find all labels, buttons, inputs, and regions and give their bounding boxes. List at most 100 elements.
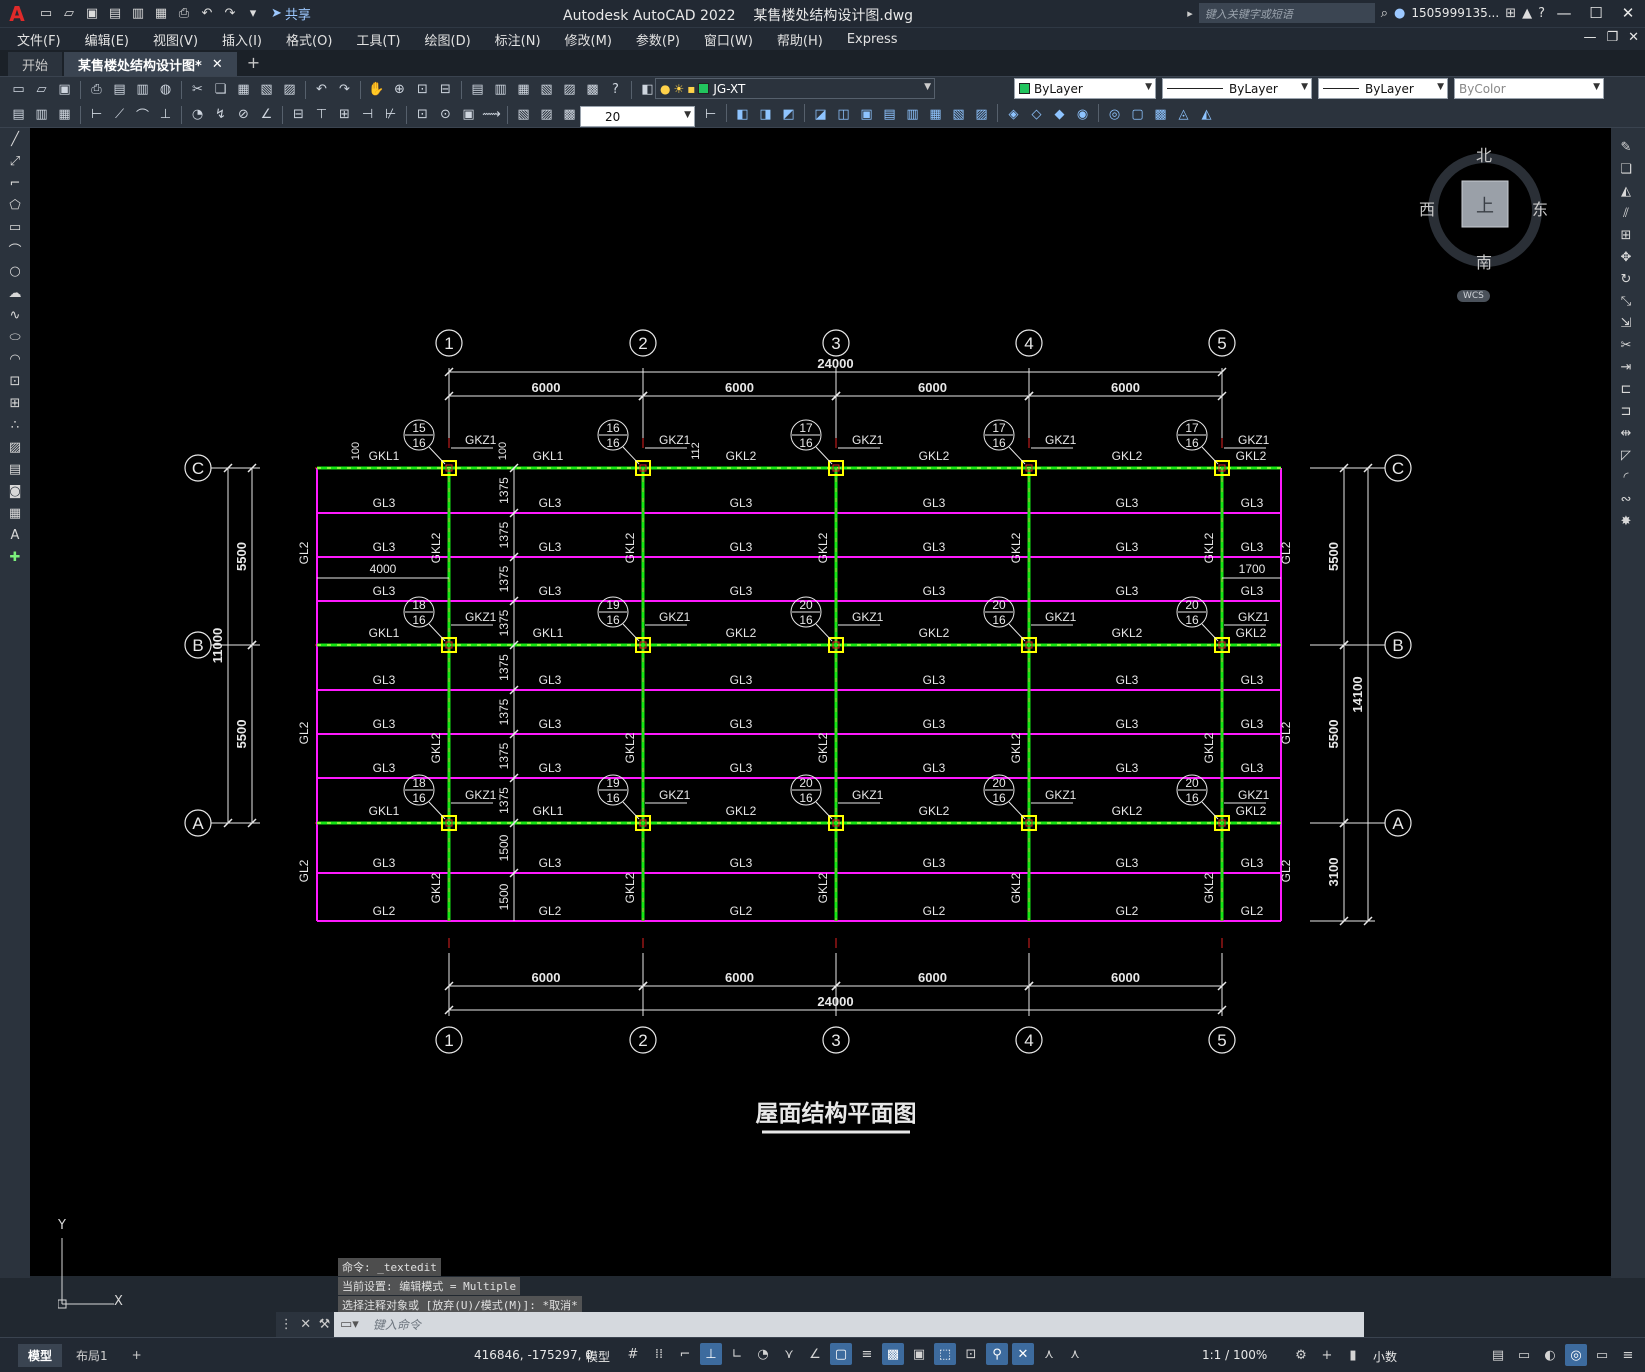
layer-dropdown[interactable]: ● ☀ ▪ JG-XT ▼ xyxy=(655,78,935,99)
dim-ordinate-icon[interactable]: ⊥ xyxy=(155,105,176,125)
zoom-realtime-icon[interactable]: ⊕ xyxy=(389,80,410,100)
ortho-icon[interactable]: ∟ xyxy=(726,1343,748,1365)
open-icon[interactable]: ▱ xyxy=(31,80,52,100)
menu-view[interactable]: 视图(V) xyxy=(153,30,198,49)
design-center-icon[interactable]: ▥ xyxy=(490,80,511,100)
sheet-set-icon[interactable]: ▧ xyxy=(536,80,557,100)
dim-style-icon[interactable]: ⊢ xyxy=(700,104,721,124)
check-icon[interactable]: ▩ xyxy=(1150,104,1171,124)
dim-baseline-icon[interactable]: ⊤ xyxy=(311,105,332,125)
preview-icon[interactable]: ▤ xyxy=(109,80,130,100)
insert-block-icon[interactable]: ⊡ xyxy=(0,370,30,392)
menu-tools[interactable]: 工具(T) xyxy=(356,30,400,49)
recent-commands-icon[interactable]: ▭▾ xyxy=(334,1312,365,1337)
revcloud-icon[interactable]: ☁ xyxy=(0,282,30,304)
construction-line-icon[interactable]: ⤢ xyxy=(0,150,30,172)
mirror-icon[interactable]: ◭ xyxy=(1611,180,1641,202)
cart-icon[interactable]: ⊞ xyxy=(1505,6,1516,21)
new-tab-button[interactable]: + xyxy=(247,53,260,76)
gradient-icon[interactable]: ▤ xyxy=(0,458,30,480)
rectangle-icon[interactable]: ▭ xyxy=(0,216,30,238)
tab-drawing[interactable]: 某售楼处结构设计图* ✕ xyxy=(64,52,237,76)
scale-icon[interactable]: ⤡ xyxy=(1611,290,1641,312)
paste-icon[interactable]: ▦ xyxy=(233,80,254,100)
separate-icon[interactable]: ◎ xyxy=(1104,104,1125,124)
redo-icon[interactable]: ↷ xyxy=(220,4,240,24)
layer-state-icon[interactable]: ▥ xyxy=(31,105,52,125)
tolerance-icon[interactable]: ⊡ xyxy=(412,105,433,125)
stretch-icon[interactable]: ⇲ xyxy=(1611,312,1641,334)
menu-format[interactable]: 格式(O) xyxy=(286,30,332,49)
command-input[interactable]: 键入命令 xyxy=(364,1312,1364,1337)
break-point-icon[interactable]: ⊏ xyxy=(1611,378,1641,400)
menu-window[interactable]: 窗口(W) xyxy=(704,30,753,49)
workspace-switch-icon[interactable]: ⚙ xyxy=(1290,1344,1312,1366)
dim-scale-dropdown[interactable]: 20 ▼ xyxy=(580,106,695,127)
save-as-icon[interactable]: ▤ xyxy=(105,4,125,24)
rotate-faces-icon[interactable]: ▥ xyxy=(902,104,923,124)
snap-icon[interactable]: ⁞⁞ xyxy=(648,1343,670,1365)
menu-express[interactable]: Express xyxy=(847,32,898,47)
tab-start[interactable]: 开始 xyxy=(8,52,63,76)
grip-icon[interactable]: ⋮ xyxy=(280,1317,293,1332)
lock-ui-icon[interactable]: ▭ xyxy=(1513,1344,1535,1366)
array-icon[interactable]: ⊞ xyxy=(1611,224,1641,246)
object-snap-icon[interactable]: ▢ xyxy=(830,1343,852,1365)
menu-file[interactable]: 文件(F) xyxy=(17,30,61,49)
dim-aligned-icon[interactable]: ⟋ xyxy=(109,105,130,125)
close-button[interactable]: ✕ xyxy=(1615,2,1641,24)
offset-faces-icon[interactable]: ▣ xyxy=(856,104,877,124)
dim-arc-icon[interactable]: ⌒ xyxy=(132,105,153,125)
layer-prev-icon[interactable]: ▦ xyxy=(54,105,75,125)
undo-icon[interactable]: ↶ xyxy=(197,4,217,24)
transparency-icon[interactable]: ▩ xyxy=(882,1343,904,1365)
trim-icon[interactable]: ✂ xyxy=(1611,334,1641,356)
arc-icon[interactable]: ⌒ xyxy=(0,238,30,260)
region-icon[interactable]: ◙ xyxy=(0,480,30,502)
dim-linear-icon[interactable]: ⊢ xyxy=(86,105,107,125)
extend-icon[interactable]: ⇥ xyxy=(1611,356,1641,378)
selection-cycling-icon[interactable]: ▣ xyxy=(908,1343,930,1365)
customize-qat-icon[interactable]: ▾ xyxy=(243,4,263,24)
dim-text-edit-icon[interactable]: ▨ xyxy=(536,105,557,125)
linetype-dropdown[interactable]: ByLayer ▼ xyxy=(1162,78,1312,99)
close-cmdline-icon[interactable]: ✕ xyxy=(300,1317,311,1332)
erase-icon[interactable]: ✎ xyxy=(1611,136,1641,158)
publish-icon[interactable]: ▥ xyxy=(132,80,153,100)
customization-icon[interactable]: ≡ xyxy=(1617,1344,1639,1366)
add-selected-icon[interactable]: ✚ xyxy=(0,546,30,568)
extrude-faces-icon[interactable]: ◪ xyxy=(810,104,831,124)
coordinates-readout[interactable]: 416846, -175297, 0 xyxy=(474,1348,593,1362)
plot-icon[interactable]: ⎙ xyxy=(86,80,107,100)
tab-close-icon[interactable]: ✕ xyxy=(212,57,223,72)
menu-dimension[interactable]: 标注(N) xyxy=(495,30,541,49)
share-button[interactable]: ➤ 共享 xyxy=(271,4,311,23)
dim-space-icon[interactable]: ⊣ xyxy=(357,105,378,125)
qnew-icon[interactable]: ▭ xyxy=(8,80,29,100)
break-icon[interactable]: ⊐ xyxy=(1611,400,1641,422)
model-space-toggle[interactable]: 模型 xyxy=(586,1348,610,1365)
menu-edit[interactable]: 编辑(E) xyxy=(85,30,129,49)
quick-dim-icon[interactable]: ⊟ xyxy=(288,105,309,125)
dynamic-input-icon[interactable]: ⊥ xyxy=(700,1343,722,1365)
object-snap-tracking-icon[interactable]: ∠ xyxy=(804,1343,826,1365)
match-prop-icon[interactable]: ▧ xyxy=(256,80,277,100)
selection-filter-icon[interactable]: ⚲ xyxy=(986,1343,1008,1365)
blend-icon[interactable]: ∾ xyxy=(1611,488,1641,510)
isodraft-icon[interactable]: ⋎ xyxy=(778,1343,800,1365)
units-icon[interactable]: ▮ xyxy=(1342,1344,1364,1366)
copy-edges-icon[interactable]: ◈ xyxy=(1003,104,1024,124)
maximize-button[interactable]: ☐ xyxy=(1583,2,1609,24)
add-layout-button[interactable]: + xyxy=(122,1345,152,1365)
properties-icon[interactable]: ▤ xyxy=(467,80,488,100)
block-editor-icon[interactable]: ▨ xyxy=(279,80,300,100)
dim-angular-icon[interactable]: ∠ xyxy=(256,105,277,125)
mtext-icon[interactable]: A xyxy=(0,524,30,546)
copy-object-icon[interactable]: ❏ xyxy=(1611,158,1641,180)
circle-icon[interactable]: ○ xyxy=(0,260,30,282)
imprint-icon[interactable]: ◆ xyxy=(1049,104,1070,124)
dynamic-ucs-icon[interactable]: ⊡ xyxy=(960,1343,982,1365)
dim-jogged-icon[interactable]: ↯ xyxy=(210,105,231,125)
markup-icon[interactable]: ▨ xyxy=(559,80,580,100)
section-icon[interactable]: ◭ xyxy=(1196,104,1217,124)
